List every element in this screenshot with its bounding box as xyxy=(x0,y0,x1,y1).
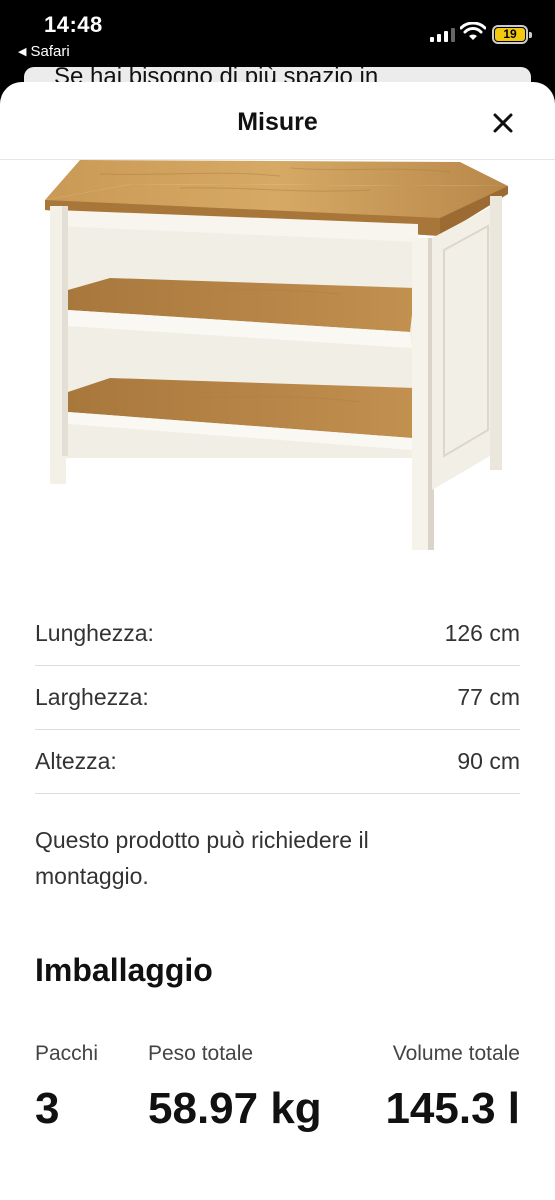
dimension-row: Lunghezza: 126 cm xyxy=(35,602,520,666)
status-bar: 14:48 ◀ Safari 19 xyxy=(0,0,555,75)
total-weight-label: Peso totale xyxy=(148,1042,254,1065)
packages-column: Pacchi 3 xyxy=(35,1042,98,1134)
status-time: 14:48 xyxy=(44,12,103,37)
sheet-header: Misure xyxy=(0,82,555,160)
total-volume-value: 145.3 l xyxy=(385,1084,520,1133)
measurements-sheet: Misure Lunghezza: 126 cm Larghezza: 77 c… xyxy=(0,82,555,1200)
sheet-title: Misure xyxy=(237,108,318,136)
total-volume-column: Volume totale 145.3 l xyxy=(385,1042,520,1134)
dimension-value: 90 cm xyxy=(457,748,520,774)
dimensions-list: Lunghezza: 126 cm Larghezza: 77 cm Altez… xyxy=(35,602,520,794)
cellular-signal-icon xyxy=(430,26,455,42)
total-weight-column: Peso totale 58.97 kg xyxy=(148,1042,322,1134)
dimension-label: Larghezza: xyxy=(35,684,149,710)
dimension-value: 77 cm xyxy=(457,684,520,710)
total-weight-value: 58.97 kg xyxy=(148,1084,322,1133)
back-to-app-link[interactable]: ◀ Safari xyxy=(18,43,70,60)
back-app-label: Safari xyxy=(30,43,70,60)
dimension-label: Altezza: xyxy=(35,748,117,774)
dimension-label: Lunghezza: xyxy=(35,620,154,646)
battery-icon: 19 xyxy=(492,25,532,44)
dimension-row: Altezza: 90 cm xyxy=(35,730,520,794)
close-icon[interactable] xyxy=(488,108,518,138)
packages-label: Pacchi xyxy=(35,1042,99,1065)
dimension-value: 126 cm xyxy=(444,620,520,646)
battery-level: 19 xyxy=(495,28,525,41)
packages-value: 3 xyxy=(35,1084,60,1133)
packaging-title: Imballaggio xyxy=(35,952,213,988)
wifi-icon xyxy=(460,22,486,40)
kitchen-island-image xyxy=(45,160,508,550)
assembly-note: Questo prodotto può richiedere il montag… xyxy=(35,827,369,889)
packaging-info: Pacchi 3 Peso totale 58.97 kg Volume tot… xyxy=(35,1042,520,1152)
back-arrow-icon: ◀ xyxy=(18,46,27,58)
dimension-row: Larghezza: 77 cm xyxy=(35,666,520,730)
total-volume-label: Volume totale xyxy=(392,1042,520,1065)
